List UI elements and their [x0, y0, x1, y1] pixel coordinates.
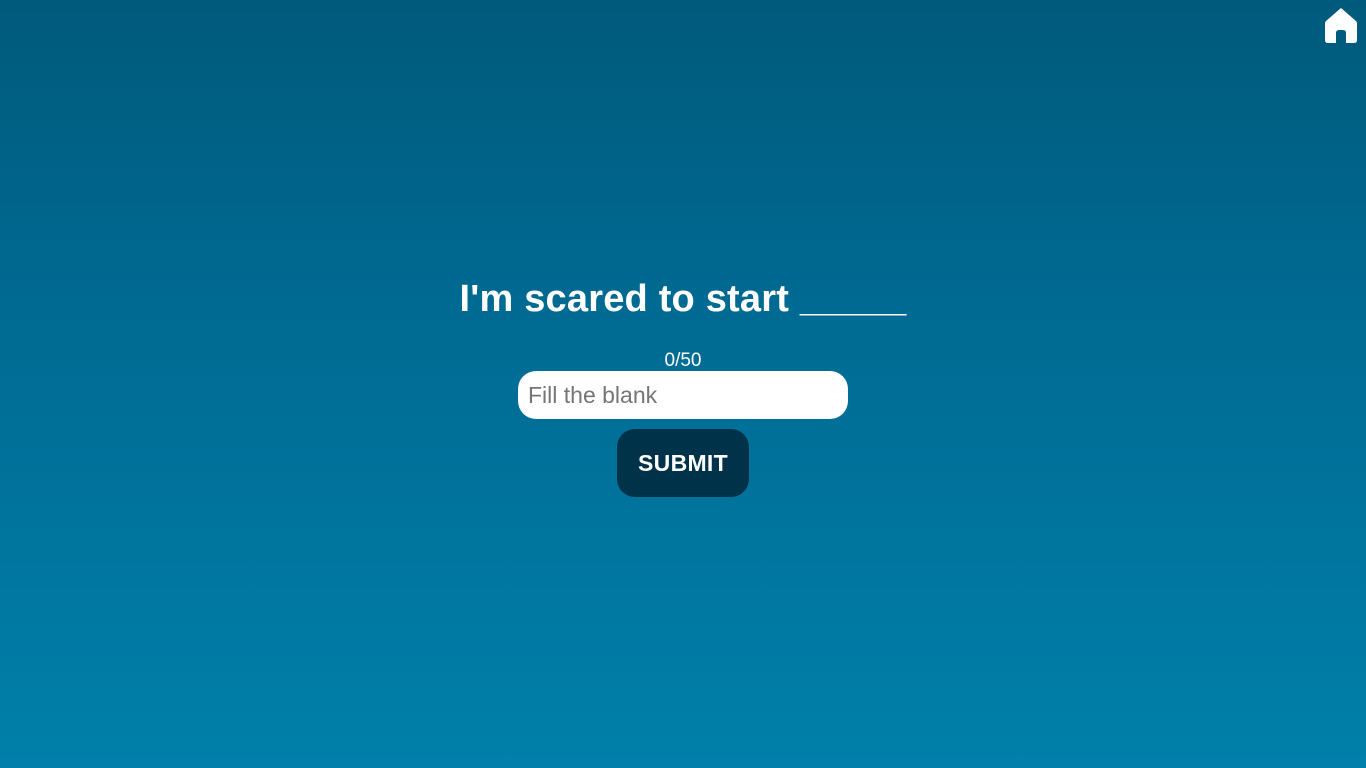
- prompt-title: I'm scared to start _____: [459, 278, 907, 320]
- fill-blank-form: I'm scared to start _____ 0/50 SUBMIT: [0, 276, 1366, 497]
- home-icon: [1325, 8, 1357, 43]
- answer-input[interactable]: [518, 371, 848, 419]
- home-button[interactable]: [1324, 6, 1358, 44]
- submit-button[interactable]: SUBMIT: [617, 429, 749, 497]
- character-counter: 0/50: [664, 350, 702, 371]
